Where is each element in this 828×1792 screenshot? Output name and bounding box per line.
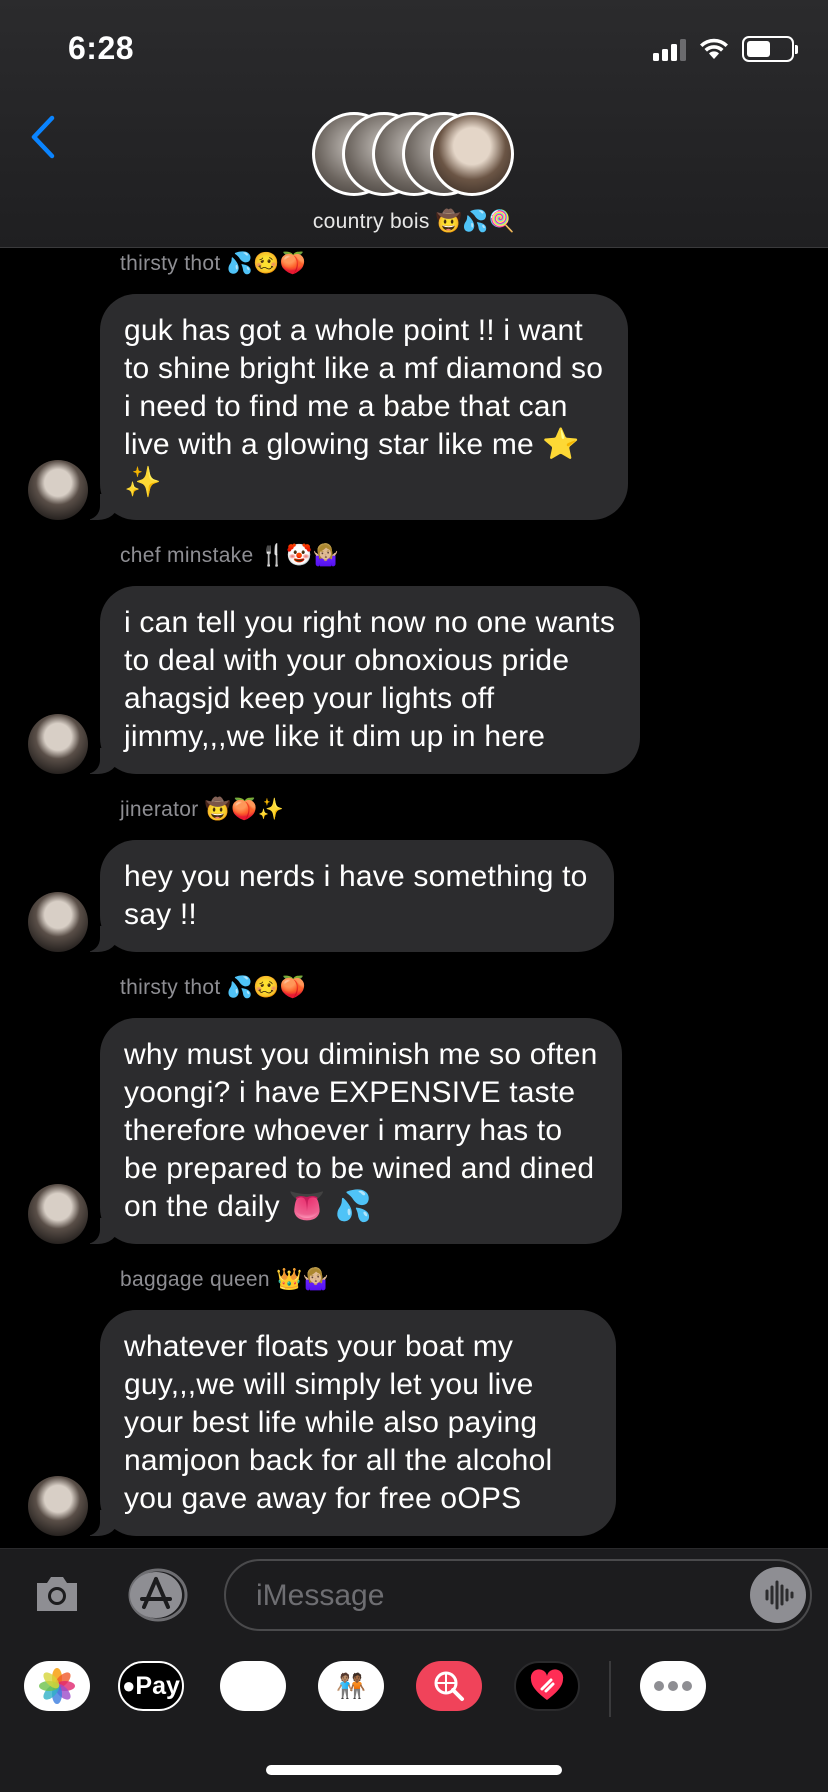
sender-name: baggage queen 👑🤷🏼‍♀️ <box>120 1268 329 1291</box>
group-name[interactable]: country bois 🤠💦🍭 <box>0 210 828 234</box>
cellular-signal-icon <box>653 37 686 61</box>
sender-avatar[interactable] <box>28 892 88 952</box>
app-store-icon <box>128 1568 188 1622</box>
apple-pay-label: Pay <box>135 1671 180 1700</box>
app-drawer-divider <box>609 1661 611 1717</box>
memoji-icon: 🧑🏽‍🤝‍🧑🏾 <box>336 1672 366 1700</box>
message-bubble[interactable]: guk has got a whole point !! i want to s… <box>78 294 628 520</box>
back-chevron-icon[interactable] <box>24 112 64 162</box>
animoji-app-button[interactable]: 🐵 <box>220 1661 286 1711</box>
more-icon <box>654 1681 692 1691</box>
home-indicator[interactable] <box>266 1765 562 1775</box>
imessage-app-drawer: ● Pay 🐵 🧑🏽‍🤝‍🧑🏾 <box>0 1661 828 1717</box>
globe-search-icon <box>434 1671 464 1701</box>
message-bubble[interactable]: hey you nerds i have something to say !! <box>78 840 614 952</box>
audio-message-button[interactable] <box>750 1567 806 1623</box>
conversation-header: 6:28 country bois 🤠💦🍭 <box>0 0 828 248</box>
status-icons <box>653 36 798 62</box>
message-input-placeholder: iMessage <box>256 1579 385 1612</box>
images-search-button[interactable] <box>416 1661 482 1711</box>
sender-name: jinerator 🤠🍑✨ <box>120 798 285 821</box>
sender-avatar[interactable] <box>28 1184 88 1244</box>
sender-name: thirsty thot 💦🥴🍑 <box>120 252 306 275</box>
more-apps-button[interactable] <box>640 1661 706 1711</box>
digital-touch-button[interactable] <box>514 1661 580 1711</box>
wifi-icon <box>700 38 728 59</box>
memoji-stickers-button[interactable]: 🧑🏽‍🤝‍🧑🏾 <box>318 1661 384 1711</box>
message-bubble[interactable]: why must you diminish me so often yoongi… <box>78 1018 622 1244</box>
waveform-icon <box>765 1580 794 1610</box>
group-avatar-stack[interactable] <box>312 112 516 196</box>
message-bubble[interactable]: whatever floats your boat my guy,,,we wi… <box>78 1310 616 1536</box>
sender-name: thirsty thot 💦🥴🍑 <box>120 976 306 999</box>
message-input[interactable]: iMessage <box>224 1559 812 1631</box>
heart-touch-icon <box>530 1669 564 1700</box>
app-store-button[interactable] <box>126 1567 190 1623</box>
monkey-icon: 🐵 <box>235 1669 271 1703</box>
photos-icon <box>39 1668 75 1704</box>
battery-icon <box>742 36 798 62</box>
sender-name: chef minstake 🍴🤡🤷🏼‍♀️ <box>120 544 339 567</box>
apple-pay-button[interactable]: ● Pay <box>118 1661 184 1711</box>
photos-app-button[interactable] <box>24 1661 90 1711</box>
sender-avatar[interactable] <box>28 1476 88 1536</box>
sender-avatar[interactable] <box>28 460 88 520</box>
member-avatar <box>430 112 514 196</box>
camera-icon[interactable] <box>32 1569 82 1619</box>
sender-avatar[interactable] <box>28 714 88 774</box>
status-time: 6:28 <box>68 30 135 66</box>
apple-logo-icon: ● <box>122 1673 136 1698</box>
compose-bar: iMessage <box>0 1548 828 1792</box>
message-bubble[interactable]: i can tell you right now no one wants to… <box>78 586 640 774</box>
